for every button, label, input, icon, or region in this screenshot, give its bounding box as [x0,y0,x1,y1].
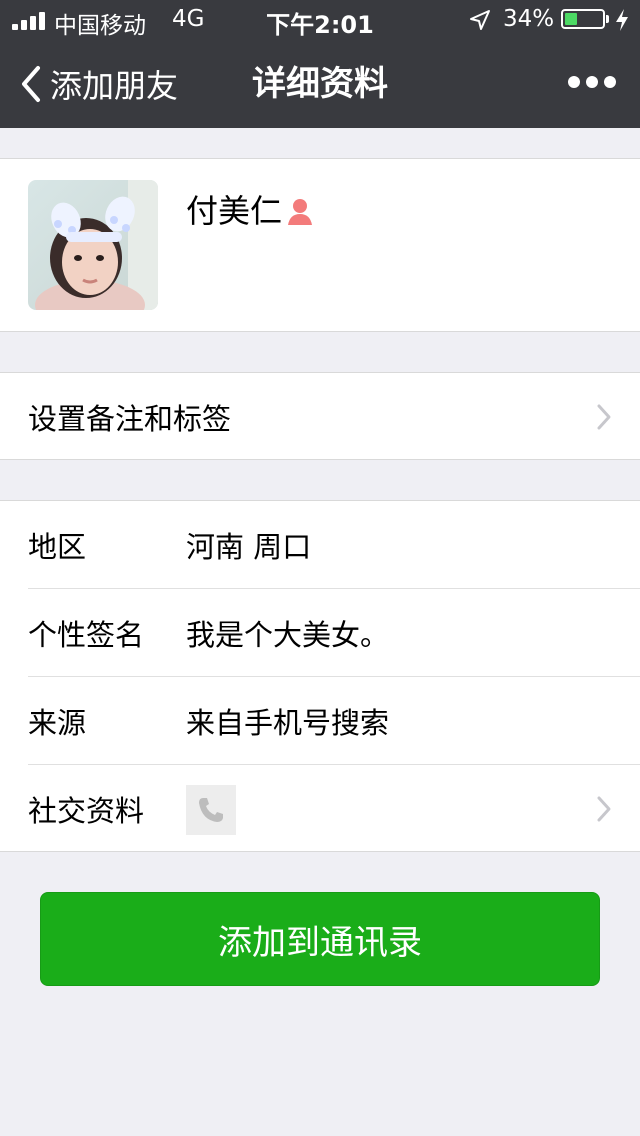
remark-tags-section: 设置备注和标签 [0,372,640,460]
chevron-right-icon [597,404,611,430]
profile-name: 付美仁 [186,189,314,233]
battery-fill [565,13,577,25]
source-value: 来自手机号搜索 [186,706,390,740]
chevron-right-icon [597,796,611,822]
top-bar: 中国移动 4G 下午2:01 34% 添加朋友 详细资料 [0,0,640,128]
avatar-image [28,180,158,310]
remark-tags-label: 设置备注和标签 [28,402,232,436]
profile-card: 付美仁 [0,158,640,332]
navigation-bar: 添加朋友 详细资料 [0,40,640,128]
battery-tip [606,15,609,23]
phone-icon [186,785,236,835]
add-to-contacts-button[interactable]: 添加到通讯录 [40,892,600,986]
info-row-region: 地区 河南 周口 [0,501,640,589]
female-icon [288,199,313,225]
region-value: 河南 周口 [186,530,312,564]
more-dots-icon[interactable] [568,76,616,90]
info-section: 地区 河南 周口 个性签名 我是个大美女。 来源 来自手机号搜索 社交资料 [0,500,640,852]
phone-glyph [199,798,223,822]
signature-value: 我是个大美女。 [186,618,390,652]
location-arrow-icon [470,10,490,30]
battery-percent: 34% [503,6,555,32]
status-bar: 中国移动 4G 下午2:01 34% [0,0,640,40]
avatar[interactable] [28,180,158,310]
signature-label: 个性签名 [28,618,145,652]
info-row-social[interactable]: 社交资料 [0,765,640,853]
charging-bolt-icon [616,9,628,31]
profile-name-text: 付美仁 [186,192,283,230]
region-label: 地区 [28,530,87,564]
social-label: 社交资料 [28,794,145,828]
remark-tags-row[interactable]: 设置备注和标签 [0,373,640,461]
page-title: 详细资料 [252,64,388,104]
battery-icon [561,9,605,29]
info-row-signature: 个性签名 我是个大美女。 [0,589,640,677]
source-label: 来源 [28,706,87,740]
info-row-source: 来源 来自手机号搜索 [0,677,640,765]
